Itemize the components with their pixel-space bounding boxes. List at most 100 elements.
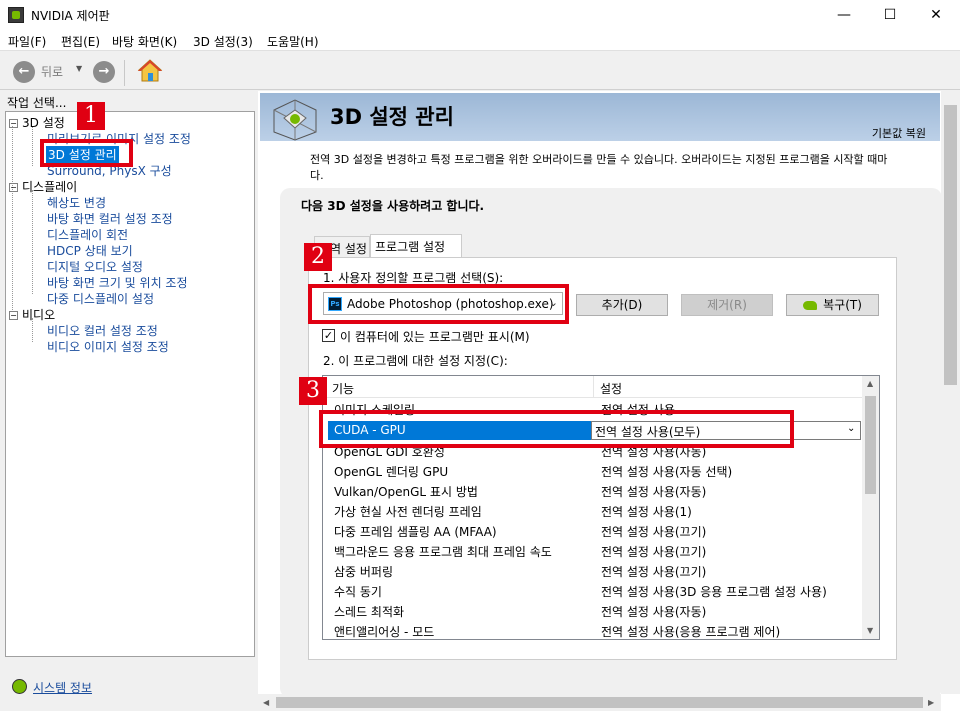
tree-category-label: 비디오 (22, 308, 56, 322)
setting-cell[interactable]: 전역 설정 사용(자동) (601, 483, 706, 500)
scroll-thumb[interactable] (944, 105, 957, 385)
tab-label: 프로그램 설정 (375, 240, 446, 254)
setting-cell[interactable]: 전역 설정 사용(3D 응용 프로그램 설정 사용) (601, 583, 827, 600)
restore-button-label: 복구(T) (823, 298, 862, 312)
feature-cell: 다중 프레임 샘플링 AA (MFAA) (334, 525, 497, 539)
page-title: 3D 설정 관리 (330, 105, 454, 129)
table-row[interactable]: 삼중 버퍼링 전역 설정 사용(끄기) (323, 560, 863, 580)
only-show-installed-label[interactable]: 이 컴퓨터에 있는 프로그램만 표시(M) (340, 328, 530, 345)
menu-bar: 파일(F) 편집(E) 바탕 화면(K) 3D 설정(3) 도움말(H) (0, 31, 960, 51)
add-program-button[interactable]: 추가(D) (576, 294, 668, 316)
tree-category-3d-settings[interactable]: −3D 설정 (9, 114, 65, 131)
scroll-right-icon[interactable]: ▶ (928, 698, 934, 707)
minimize-button[interactable]: — (821, 0, 867, 31)
column-header-setting[interactable]: 설정 (600, 380, 622, 397)
table-row[interactable]: 스레드 최적화 전역 설정 사용(자동) (323, 600, 863, 620)
tree-item-video-color[interactable]: 비디오 컬러 설정 조정 (47, 322, 158, 339)
tree-connector (32, 190, 33, 294)
tree-connector (32, 126, 33, 166)
setting-dropdown-value[interactable]: 전역 설정 사용(모두) (595, 423, 700, 440)
feature-cell: CUDA - GPU (334, 423, 406, 437)
tree-item-multi-display[interactable]: 다중 디스플레이 설정 (47, 290, 154, 307)
scroll-thumb[interactable] (865, 396, 876, 494)
main-horizontal-scrollbar[interactable]: ◀ ▶ (258, 694, 941, 711)
setting-cell[interactable]: 전역 설정 사용(자동) (601, 603, 706, 620)
setting-cell[interactable]: 전역 설정 사용(자동 선택) (601, 463, 732, 480)
menu-desktop[interactable]: 바탕 화면(K) (112, 33, 177, 50)
tree-category-display[interactable]: − 디스플레이 (9, 178, 77, 195)
toolbar: ← 뒤로 ▼ → (0, 52, 960, 90)
menu-edit[interactable]: 편집(E) (61, 33, 100, 50)
section-heading: 다음 3D 설정을 사용하려고 합니다. (301, 199, 485, 213)
setting-cell[interactable]: 전역 설정 사용(끄기) (601, 523, 706, 540)
column-divider (593, 376, 594, 398)
back-label[interactable]: 뒤로 (41, 63, 63, 80)
scroll-down-icon[interactable]: ▼ (867, 626, 873, 635)
collapse-icon[interactable]: − (9, 183, 18, 192)
remove-program-button[interactable]: 제거(R) (681, 294, 773, 316)
restore-program-button[interactable]: 복구(T) (786, 294, 879, 316)
collapse-icon[interactable]: − (9, 311, 18, 320)
tree-category-label: 디스플레이 (22, 180, 78, 194)
annotation-number-2: 2 (304, 243, 332, 271)
menu-3d-settings[interactable]: 3D 설정(3) (193, 33, 253, 50)
system-info-link[interactable]: 시스템 정보 (33, 679, 92, 696)
table-row[interactable]: 백그라운드 응용 프로그램 최대 프레임 속도 전역 설정 사용(끄기) (323, 540, 863, 560)
maximize-button[interactable]: ☐ (867, 0, 913, 31)
task-select-label: 작업 선택... (7, 96, 67, 110)
menu-file[interactable]: 파일(F) (8, 33, 46, 50)
tree-item-desktop-size[interactable]: 바탕 화면 크기 및 위치 조정 (47, 274, 188, 291)
scroll-up-icon[interactable]: ▲ (867, 379, 873, 388)
home-icon[interactable] (137, 58, 163, 84)
nvidia-icon (803, 301, 818, 310)
tree-item-hdcp-status[interactable]: HDCP 상태 보기 (47, 242, 133, 259)
forward-arrow-icon[interactable]: → (93, 61, 115, 83)
setting-cell[interactable]: 전역 설정 사용(1) (601, 503, 692, 520)
table-header: 기능 설정 (323, 376, 863, 398)
back-dropdown-icon[interactable]: ▼ (76, 64, 82, 73)
annotation-highlight-2 (308, 284, 569, 324)
tree-item-digital-audio[interactable]: 디지털 오디오 설정 (47, 258, 143, 275)
table-row[interactable]: 앤티앨리어싱 - 모드 전역 설정 사용(응용 프로그램 제어) (323, 620, 863, 639)
tree-item-video-image[interactable]: 비디오 이미지 설정 조정 (47, 338, 169, 355)
table-row[interactable]: OpenGL 렌더링 GPU 전역 설정 사용(자동 선택) (323, 460, 863, 480)
close-button[interactable]: ✕ (913, 0, 959, 31)
tree-connector (12, 126, 13, 312)
table-row[interactable]: Vulkan/OpenGL 표시 방법 전역 설정 사용(자동) (323, 480, 863, 500)
feature-cell: OpenGL 렌더링 GPU (334, 465, 449, 479)
table-scrollbar[interactable]: ▲ ▼ (862, 376, 879, 639)
annotation-highlight-1 (40, 139, 133, 167)
feature-cell: 가상 현실 사전 렌더링 프레임 (334, 505, 482, 519)
tree-category-label: 3D 설정 (22, 116, 65, 130)
setting-cell[interactable]: 전역 설정 사용(끄기) (601, 563, 706, 580)
annotation-number-3: 3 (299, 377, 327, 405)
menu-help[interactable]: 도움말(H) (267, 33, 319, 50)
tree-item-rotate-display[interactable]: 디스플레이 회전 (47, 226, 128, 243)
back-arrow-icon[interactable]: ← (13, 61, 35, 83)
collapse-icon[interactable]: − (9, 119, 18, 128)
3d-settings-icon (273, 99, 317, 141)
chevron-down-icon[interactable]: ⌄ (847, 423, 855, 434)
description-line: 전역 3D 설정을 변경하고 특정 프로그램을 위한 오버라이드를 만들 수 있… (310, 153, 888, 166)
only-show-installed-checkbox[interactable]: ✓ (322, 329, 335, 342)
tree-item-desktop-color[interactable]: 바탕 화면 컬러 설정 조정 (47, 210, 173, 227)
feature-cell: 백그라운드 응용 프로그램 최대 프레임 속도 (334, 545, 552, 559)
feature-cell: Vulkan/OpenGL 표시 방법 (334, 485, 478, 499)
setting-cell[interactable]: 전역 설정 사용(끄기) (601, 543, 706, 560)
task-panel: 작업 선택... −3D 설정 미리보기로 이미지 설정 조정 3D 설정 관리… (0, 91, 258, 711)
main-vertical-scrollbar[interactable] (941, 91, 960, 694)
column-header-feature[interactable]: 기능 (332, 380, 354, 397)
scroll-thumb[interactable] (276, 697, 923, 708)
feature-cell: 수직 동기 (334, 585, 382, 599)
step2-label: 2. 이 프로그램에 대한 설정 지정(C): (323, 354, 508, 368)
table-row[interactable]: 수직 동기 전역 설정 사용(3D 응용 프로그램 설정 사용) (323, 580, 863, 600)
scroll-left-icon[interactable]: ◀ (263, 698, 269, 707)
table-row[interactable]: 가상 현실 사전 렌더링 프레임 전역 설정 사용(1) (323, 500, 863, 520)
tree-category-video[interactable]: − 비디오 (9, 306, 55, 323)
table-row[interactable]: 다중 프레임 샘플링 AA (MFAA) 전역 설정 사용(끄기) (323, 520, 863, 540)
tree-item-change-resolution[interactable]: 해상도 변경 (47, 194, 106, 211)
restore-defaults-link[interactable]: 기본값 복원 (872, 125, 926, 141)
setting-cell[interactable]: 전역 설정 사용(응용 프로그램 제어) (601, 623, 780, 639)
tab-program-settings[interactable]: 프로그램 설정 (370, 234, 462, 257)
title-bar: NVIDIA 제어판 — ☐ ✕ (0, 0, 960, 31)
